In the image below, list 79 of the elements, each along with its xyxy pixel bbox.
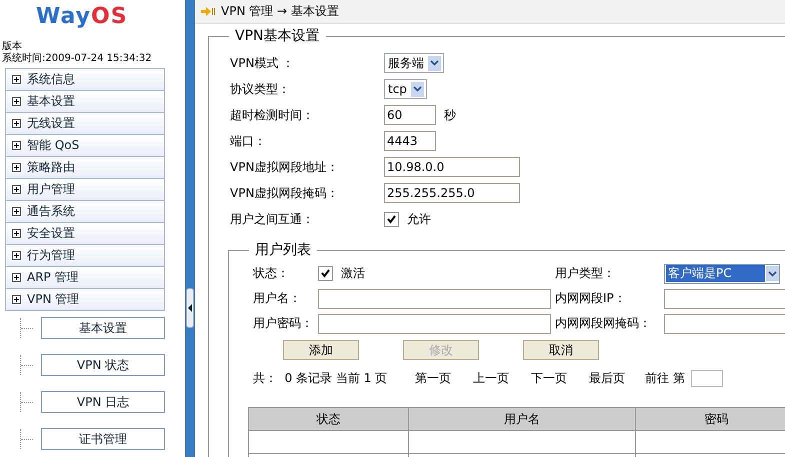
plus-icon — [12, 273, 21, 282]
column-header: 密码 — [635, 408, 785, 430]
form-button[interactable]: 取消 — [523, 340, 599, 360]
tree-line — [20, 429, 35, 449]
pager-link[interactable]: 最后页 — [589, 370, 626, 386]
input-field[interactable] — [318, 314, 551, 334]
input-field[interactable]: 60 — [384, 105, 436, 125]
submenu-button[interactable]: 基本设置 — [41, 317, 165, 339]
dropdown-select[interactable]: 服务端 — [384, 53, 444, 73]
input-field[interactable] — [318, 288, 551, 308]
checkbox-label: 允许 — [407, 210, 431, 228]
sidebar-menu-item[interactable]: 系统信息 — [5, 68, 165, 91]
field-label: 用户之间互通： — [230, 210, 315, 228]
submenu-button[interactable]: VPN 日志 — [41, 391, 165, 413]
plus-icon — [12, 207, 21, 216]
field-label: 用户类型： — [555, 265, 616, 282]
plus-icon — [12, 229, 21, 238]
sidebar-menu-item[interactable]: 行为管理 — [5, 245, 165, 267]
submenu-button[interactable]: VPN 状态 — [41, 354, 165, 376]
tree-line — [20, 392, 35, 412]
checkbox-label: 激活 — [341, 265, 365, 282]
plus-icon — [12, 163, 21, 172]
sidebar-menu-item[interactable]: 通告系统 — [5, 201, 165, 223]
plus-icon — [12, 75, 21, 84]
record-summary: 共： 0 条记录 当前 1 页 — [253, 370, 388, 386]
sidebar-menu-item[interactable]: VPN 管理 — [5, 289, 165, 311]
checkbox[interactable] — [384, 212, 399, 226]
pager-link[interactable]: 第一页 — [415, 370, 452, 386]
fieldset-legend: 用户列表 — [249, 242, 317, 258]
dropdown-select[interactable]: 客户端是PC — [664, 264, 780, 284]
field-label: 超时检测时间： — [230, 106, 315, 124]
checkbox[interactable] — [318, 266, 333, 281]
pager-link[interactable]: 上一页 — [473, 370, 510, 386]
sidebar-menu-item[interactable]: 基本设置 — [5, 91, 165, 113]
field-label: 用户密码： — [253, 315, 314, 332]
plus-icon — [12, 141, 21, 150]
input-field[interactable]: 10.98.0.0 — [384, 157, 520, 177]
dropdown-select[interactable]: tcp — [384, 79, 427, 99]
plus-icon — [12, 185, 21, 194]
arrow-icon — [201, 7, 215, 16]
field-label: 端口： — [230, 132, 267, 150]
sidebar-menu-item[interactable]: ARP 管理 — [5, 267, 165, 289]
breadcrumb-text: VPN 管理 → 基本设置 — [221, 3, 339, 20]
input-field[interactable]: 255.255.255.0 — [384, 183, 520, 203]
input-field[interactable]: 4443 — [384, 131, 436, 151]
sidebar-menu-item[interactable]: 无线设置 — [5, 113, 165, 135]
fieldset-legend: VPN基本设置 — [229, 28, 326, 44]
input-field[interactable] — [664, 288, 785, 308]
system-info-text: 版本 — [2, 41, 22, 52]
form-button[interactable]: 添加 — [283, 340, 359, 360]
column-header: 用户名 — [408, 408, 636, 430]
sidebar-menu-item[interactable]: 用户管理 — [5, 179, 165, 201]
field-label: 用户名： — [253, 290, 302, 307]
tree-line — [20, 318, 35, 338]
sidebar-menu-item[interactable]: 智能 QoS — [5, 135, 165, 157]
submenu-button[interactable]: 证书管理 — [41, 428, 165, 450]
column-header: 状态 — [248, 408, 409, 430]
system-info-text: 系统时间:2009-07-24 15:34:32 — [2, 53, 152, 65]
field-label: 协议类型： — [230, 80, 291, 98]
field-label: 内网网段IP： — [555, 290, 627, 307]
field-label: VPN虚拟网段掩码： — [230, 184, 340, 202]
goto-label: 前往 第 — [645, 370, 685, 386]
plus-icon — [12, 295, 21, 304]
wayos-logo: WayOS — [36, 4, 128, 29]
field-label: 状态： — [253, 265, 290, 282]
input-field[interactable] — [664, 314, 785, 334]
collapse-handle[interactable] — [186, 288, 194, 328]
plus-icon — [12, 97, 21, 106]
plus-icon — [12, 119, 21, 128]
tree-line — [20, 355, 35, 375]
page-number-field[interactable] — [690, 370, 723, 386]
sidebar-menu-item[interactable]: 策略路由 — [5, 157, 165, 179]
sidebar-menu-item[interactable]: 安全设置 — [5, 223, 165, 245]
pager-link[interactable]: 下一页 — [531, 370, 568, 386]
unit-text: 秒 — [444, 106, 456, 124]
field-label: VPN虚拟网段地址： — [230, 158, 340, 176]
plus-icon — [12, 251, 21, 260]
field-label: VPN模式 ： — [230, 54, 296, 72]
field-label: 内网网段网掩码： — [555, 315, 652, 332]
